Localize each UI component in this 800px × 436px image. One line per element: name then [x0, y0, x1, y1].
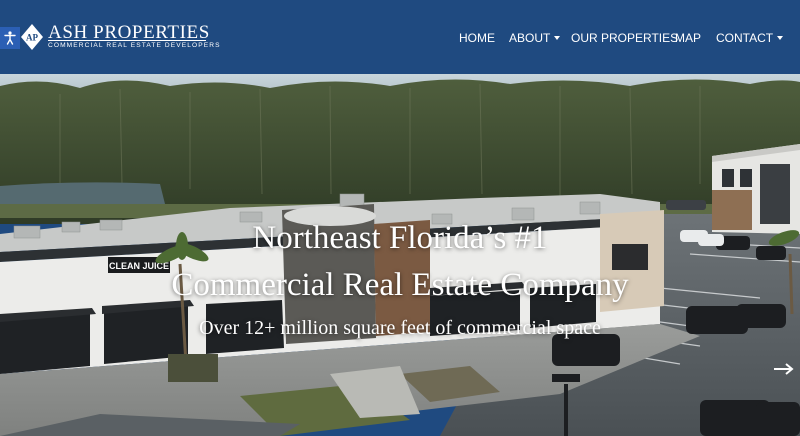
nav-our-properties-label: OUR PROPERTIES [571, 31, 679, 45]
slider-next-button[interactable] [771, 360, 797, 378]
arrow-right-icon [774, 363, 794, 375]
nav-our-properties[interactable]: OUR PROPERTIES [571, 31, 678, 45]
accessibility-icon [4, 31, 16, 45]
nav-contact-label: CONTACT [716, 31, 774, 45]
hero-headline-line-2: Commercial Real Estate Company [171, 267, 629, 303]
logo-mark-text: AP [26, 33, 38, 43]
nav-map[interactable]: MAP [675, 31, 701, 45]
logo-tagline: COMMERCIAL REAL ESTATE DEVELOPERS [48, 42, 221, 49]
hero-headline-line-1: Northeast Florida’s #1 [252, 220, 548, 256]
logo-mark[interactable]: AP [21, 24, 43, 50]
chevron-down-icon [554, 36, 561, 40]
logo-divider [48, 40, 206, 41]
nav-map-label: MAP [675, 31, 702, 45]
nav-contact[interactable]: CONTACT [716, 31, 784, 45]
nav-about[interactable]: ABOUT [509, 31, 561, 45]
nav-home-label: HOME [459, 31, 495, 45]
site-header: AP ASH PROPERTIES COMMERCIAL REAL ESTATE… [0, 0, 800, 74]
nav-about-label: ABOUT [509, 31, 551, 45]
chevron-down-icon [777, 36, 784, 40]
nav-home[interactable]: HOME [459, 31, 495, 45]
hero-subheadline: Over 12+ million square feet of commerci… [199, 317, 601, 339]
accessibility-button[interactable] [0, 27, 20, 49]
hero-banner: CLEAN JUICE Northeast Florida’s #1 Comme… [0, 74, 800, 436]
